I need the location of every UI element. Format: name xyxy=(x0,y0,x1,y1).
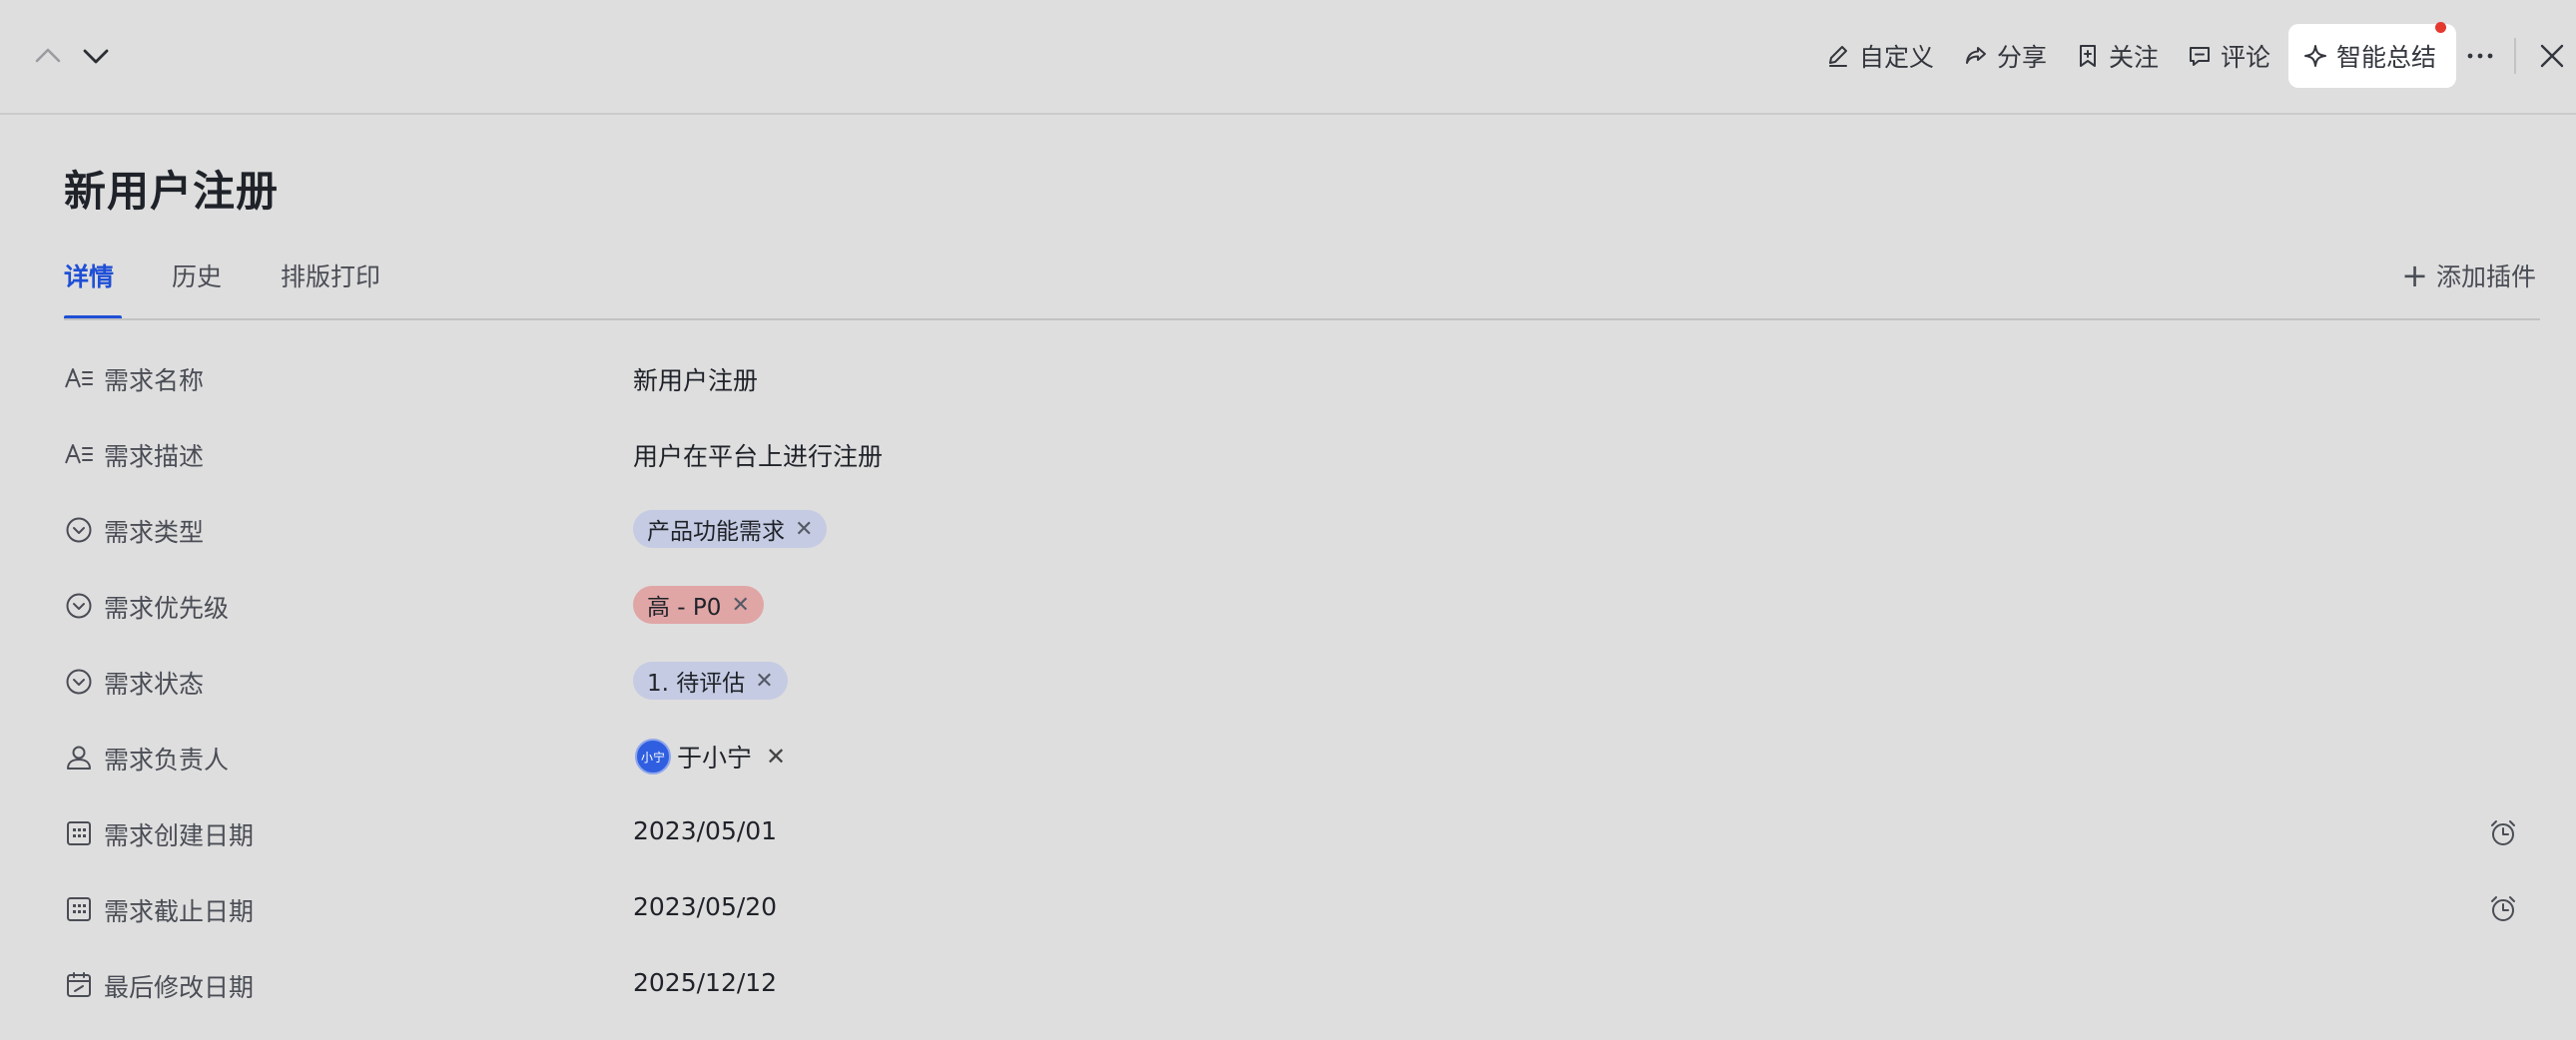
modified-date-icon xyxy=(64,970,94,1000)
field-row-created: 需求创建日期 2023/05/01 xyxy=(64,804,2540,864)
owner-chip[interactable]: 小宁 于小宁 ✕ xyxy=(635,739,786,775)
select-field-icon xyxy=(64,667,94,697)
follow-button[interactable]: 关注 xyxy=(2075,24,2159,88)
comment-icon xyxy=(2187,43,2213,69)
avatar: 小宁 xyxy=(635,739,671,775)
ai-summary-button[interactable]: 智能总结 xyxy=(2288,22,2457,88)
remove-tag-icon[interactable]: ✕ xyxy=(755,669,773,694)
status-tag[interactable]: 1. 待评估 ✕ xyxy=(633,662,788,700)
field-label: 需求截止日期 xyxy=(104,897,255,926)
alarm-clock-icon[interactable] xyxy=(2488,894,2518,924)
field-row-description: 需求描述 用户在平台上进行注册 xyxy=(64,425,2540,485)
plus-icon: + xyxy=(2401,257,2428,294)
next-record-button[interactable] xyxy=(78,38,114,74)
field-row-owner: 需求负责人 小宁 于小宁 ✕ xyxy=(64,729,2540,788)
select-field-icon xyxy=(64,591,94,621)
more-button[interactable] xyxy=(2460,24,2500,88)
date-field-icon xyxy=(64,818,94,848)
sparkle-icon xyxy=(2302,43,2328,69)
chevron-up-icon xyxy=(35,48,61,63)
text-field-icon xyxy=(64,439,94,469)
chevron-down-icon xyxy=(83,49,109,64)
field-row-name: 需求名称 新用户注册 xyxy=(64,349,2540,409)
page-title: 新用户注册 xyxy=(64,167,280,216)
tab-divider xyxy=(64,318,2540,320)
comment-button[interactable]: 评论 xyxy=(2187,24,2270,88)
field-label: 需求描述 xyxy=(104,442,205,471)
follow-label: 关注 xyxy=(2109,43,2160,72)
field-label: 需求状态 xyxy=(104,670,205,699)
field-value[interactable]: 2023/05/20 xyxy=(633,892,777,921)
field-value: 2025/12/12 xyxy=(633,968,778,997)
customize-button[interactable]: 自定义 xyxy=(1825,24,1934,88)
field-value[interactable]: 用户在平台上进行注册 xyxy=(633,437,883,473)
person-field-icon xyxy=(64,743,94,773)
field-label: 最后修改日期 xyxy=(104,973,255,1002)
select-field-icon xyxy=(64,515,94,545)
type-tag[interactable]: 产品功能需求 ✕ xyxy=(633,510,828,548)
pencil-icon xyxy=(1825,43,1851,69)
tab-print-layout[interactable]: 排版打印 xyxy=(281,258,380,317)
add-plugin-button[interactable]: + 添加插件 xyxy=(2401,258,2536,293)
record-toolbar: 自定义 分享 关注 评论 智能总结 xyxy=(0,0,2576,115)
date-field-icon xyxy=(64,894,94,924)
priority-tag[interactable]: 高 - P0 ✕ xyxy=(633,586,764,624)
remove-tag-icon[interactable]: ✕ xyxy=(731,593,749,618)
ai-summary-label: 智能总结 xyxy=(2336,43,2437,72)
text-field-icon xyxy=(64,363,94,393)
field-label: 需求优先级 xyxy=(104,594,230,623)
field-label: 需求负责人 xyxy=(104,746,230,775)
close-icon xyxy=(2540,44,2564,68)
tag-text: 产品功能需求 xyxy=(647,519,785,545)
field-label: 需求类型 xyxy=(104,518,205,547)
field-row-deadline: 需求截止日期 2023/05/20 xyxy=(64,880,2540,940)
field-row-status: 需求状态 1. 待评估 ✕ xyxy=(64,653,2540,713)
tab-details[interactable]: 详情 xyxy=(64,258,114,317)
alarm-clock-icon[interactable] xyxy=(2488,818,2518,848)
toolbar-divider xyxy=(2514,38,2516,74)
owner-name: 于小宁 xyxy=(677,744,753,773)
share-button[interactable]: 分享 xyxy=(1963,24,2047,88)
tag-text: 高 - P0 xyxy=(647,595,722,621)
add-plugin-label: 添加插件 xyxy=(2435,262,2536,291)
remove-owner-icon[interactable]: ✕ xyxy=(766,743,786,771)
comment-label: 评论 xyxy=(2221,43,2271,72)
bookmark-icon xyxy=(2075,43,2101,69)
field-row-type: 需求类型 产品功能需求 ✕ xyxy=(64,501,2540,561)
share-label: 分享 xyxy=(1997,43,2048,72)
field-label: 需求创建日期 xyxy=(104,821,255,850)
customize-label: 自定义 xyxy=(1859,43,1935,72)
field-row-modified: 最后修改日期 2025/12/12 xyxy=(64,956,2540,1016)
field-label: 需求名称 xyxy=(104,366,205,395)
remove-tag-icon[interactable]: ✕ xyxy=(795,517,813,542)
field-row-priority: 需求优先级 高 - P0 ✕ xyxy=(64,577,2540,637)
field-value[interactable]: 2023/05/01 xyxy=(633,816,777,845)
more-icon xyxy=(2467,53,2493,59)
share-icon xyxy=(1963,43,1989,69)
notification-dot xyxy=(2435,22,2447,33)
field-value[interactable]: 新用户注册 xyxy=(633,361,758,397)
close-button[interactable] xyxy=(2534,24,2570,88)
previous-record-button[interactable] xyxy=(30,38,66,74)
tag-text: 1. 待评估 xyxy=(647,671,746,697)
tab-history[interactable]: 历史 xyxy=(172,258,222,317)
